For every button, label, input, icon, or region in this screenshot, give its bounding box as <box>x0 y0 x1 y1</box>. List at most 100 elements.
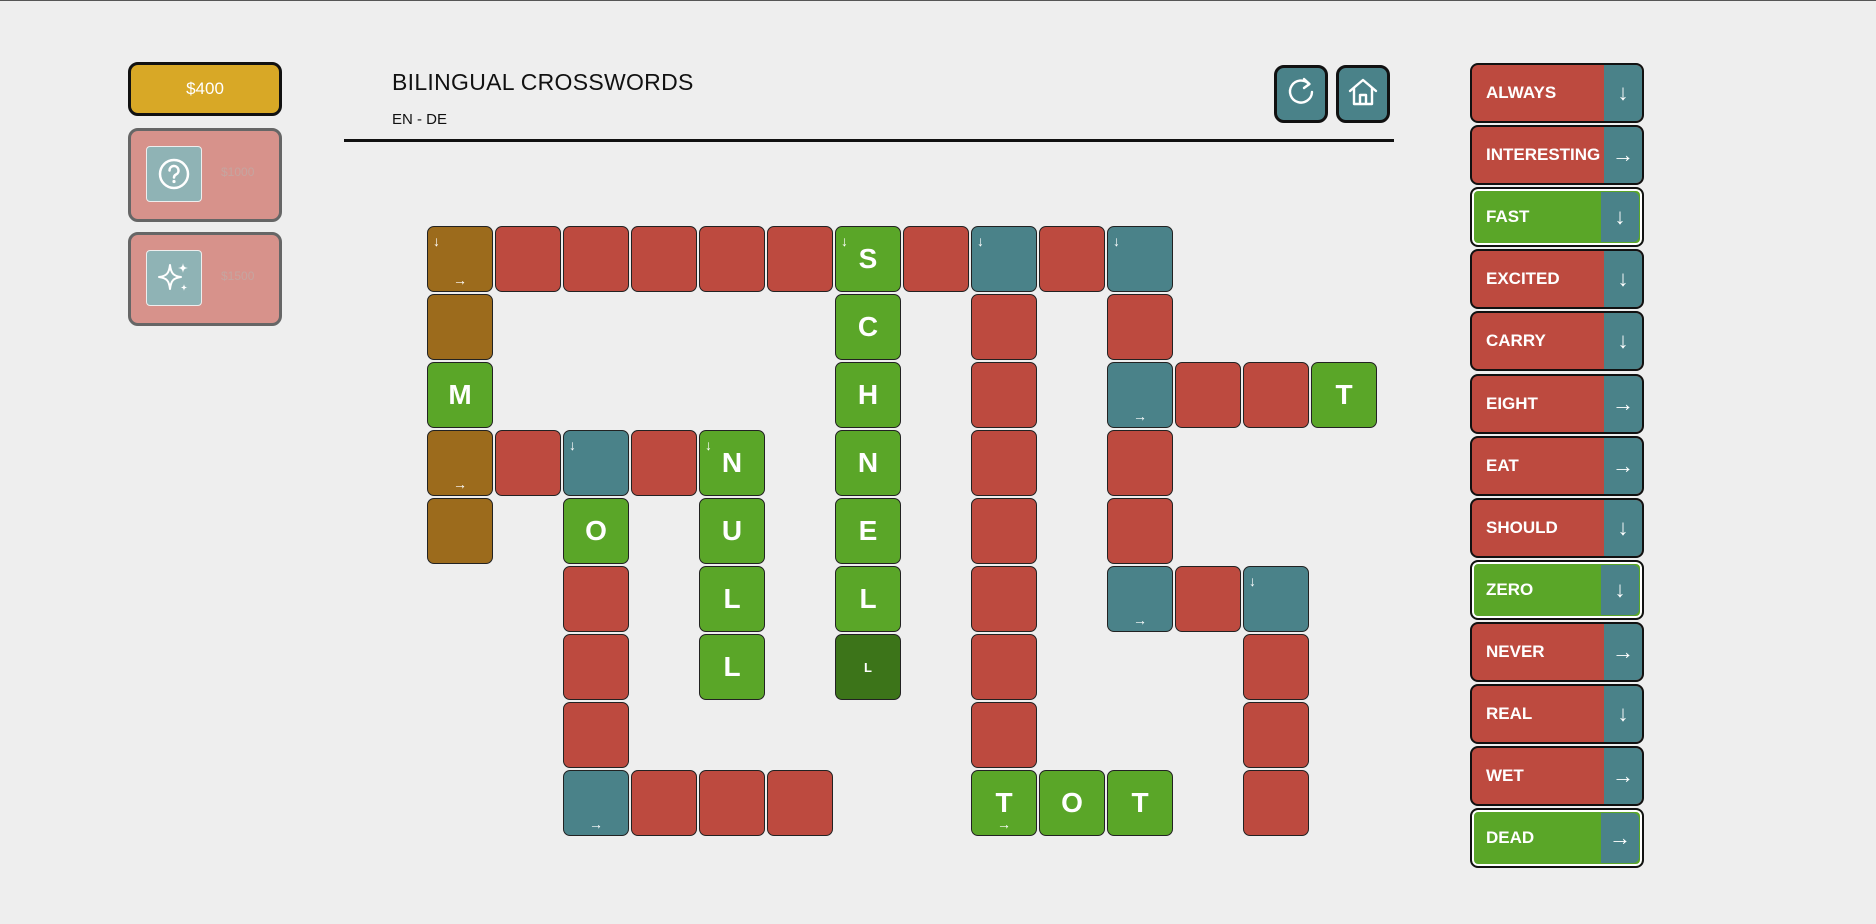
hint-powerup-button[interactable]: $1000 <box>128 128 282 222</box>
grid-cell[interactable] <box>495 226 561 292</box>
clue-item[interactable]: SHOULD ↓ <box>1470 498 1644 558</box>
grid-cell[interactable]: → <box>563 770 629 836</box>
grid-cell[interactable] <box>971 702 1037 768</box>
grid-cell[interactable] <box>971 634 1037 700</box>
grid-cell[interactable] <box>767 770 833 836</box>
reveal-powerup-button[interactable]: $1500 <box>128 232 282 326</box>
clue-item[interactable]: CARRY ↓ <box>1470 311 1644 371</box>
grid-cell[interactable] <box>971 498 1037 564</box>
grid-cell[interactable] <box>1039 226 1105 292</box>
grid-cell[interactable] <box>1243 634 1309 700</box>
grid-cell[interactable]: U <box>699 498 765 564</box>
grid-cell[interactable] <box>971 294 1037 360</box>
grid-cell[interactable]: T <box>1311 362 1377 428</box>
grid-cell[interactable] <box>563 702 629 768</box>
clue-item[interactable]: NEVER → <box>1470 622 1644 682</box>
grid-cell[interactable]: T <box>1107 770 1173 836</box>
clue-label: REAL <box>1486 704 1533 723</box>
grid-cell[interactable] <box>1175 362 1241 428</box>
clue-item[interactable]: FAST ↓ <box>1470 187 1644 247</box>
grid-cell[interactable]: L <box>835 566 901 632</box>
cell-letter: E <box>858 515 878 546</box>
grid-cell[interactable] <box>767 226 833 292</box>
grid-cell[interactable]: → <box>1107 362 1173 428</box>
grid-cell[interactable]: → <box>427 430 493 496</box>
clue-item[interactable]: ZERO ↓ <box>1470 560 1644 620</box>
grid-cell[interactable] <box>1107 430 1173 496</box>
grid-cell[interactable] <box>563 634 629 700</box>
grid-cell[interactable] <box>1107 498 1173 564</box>
grid-cell[interactable]: ↓ <box>563 430 629 496</box>
grid-cell[interactable] <box>631 770 697 836</box>
cell-letter: L <box>859 583 877 614</box>
grid-cell[interactable]: L <box>835 634 901 700</box>
home-button[interactable] <box>1336 65 1390 123</box>
grid-cell[interactable]: L <box>699 566 765 632</box>
grid-cell[interactable]: C <box>835 294 901 360</box>
clue-item[interactable]: EXCITED ↓ <box>1470 249 1644 309</box>
right-arrow-icon: → <box>453 476 467 492</box>
clue-item[interactable]: EIGHT → <box>1470 374 1644 434</box>
clue-item[interactable]: EAT → <box>1470 436 1644 496</box>
grid-cell[interactable] <box>971 566 1037 632</box>
grid-cell[interactable]: M <box>427 362 493 428</box>
reveal-powerup-cost: $1500 <box>221 269 255 283</box>
grid-cell[interactable] <box>427 294 493 360</box>
grid-cell[interactable] <box>699 770 765 836</box>
cell-letter: N <box>721 447 743 478</box>
down-arrow-icon: ↓ <box>1604 686 1642 742</box>
clue-label: INTERESTING <box>1486 145 1601 164</box>
grid-cell[interactable]: E <box>835 498 901 564</box>
grid-cell[interactable] <box>1243 362 1309 428</box>
clue-item[interactable]: INTERESTING → <box>1470 125 1644 185</box>
right-arrow-icon: → <box>997 816 1011 832</box>
down-arrow-icon: ↓ <box>977 233 984 249</box>
money-label: $400 <box>186 79 224 98</box>
restart-button[interactable] <box>1274 65 1328 123</box>
grid-cell[interactable]: N ↓ <box>699 430 765 496</box>
grid-cell[interactable] <box>563 226 629 292</box>
down-arrow-icon: ↓ <box>1601 565 1639 615</box>
right-arrow-icon: → <box>589 816 603 832</box>
grid-cell[interactable]: ↓ <box>1107 226 1173 292</box>
grid-cell[interactable] <box>903 226 969 292</box>
clue-label: EIGHT <box>1486 394 1538 413</box>
grid-cell[interactable] <box>1107 294 1173 360</box>
grid-cell[interactable] <box>699 226 765 292</box>
page-title: BILINGUAL CROSSWORDS <box>392 69 694 95</box>
grid-cell[interactable]: O <box>1039 770 1105 836</box>
right-arrow-icon: → <box>1133 612 1147 628</box>
grid-cell[interactable]: ↓ <box>1243 566 1309 632</box>
clue-item[interactable]: WET → <box>1470 746 1644 806</box>
grid-cell[interactable]: O <box>563 498 629 564</box>
grid-cell[interactable] <box>1243 702 1309 768</box>
cell-letter: L <box>723 583 741 614</box>
grid-cell[interactable] <box>1175 566 1241 632</box>
grid-cell[interactable]: → <box>1107 566 1173 632</box>
grid-cell[interactable] <box>495 430 561 496</box>
grid-cell[interactable]: H <box>835 362 901 428</box>
grid-cell[interactable]: ↓ → <box>427 226 493 292</box>
grid-cell[interactable] <box>563 566 629 632</box>
grid-cell[interactable] <box>631 430 697 496</box>
grid-cell[interactable]: ↓ <box>971 226 1037 292</box>
grid-cell[interactable]: S ↓ <box>835 226 901 292</box>
grid-cell[interactable]: L <box>699 634 765 700</box>
grid-cell[interactable]: T → <box>971 770 1037 836</box>
grid-cell[interactable] <box>427 498 493 564</box>
clue-item[interactable]: ALWAYS ↓ <box>1470 63 1644 123</box>
down-arrow-icon: ↓ <box>841 233 848 249</box>
grid-cell[interactable] <box>971 362 1037 428</box>
cell-letter: N <box>857 447 879 478</box>
grid-cell[interactable] <box>631 226 697 292</box>
cell-letter: U <box>721 515 743 546</box>
clue-item[interactable]: DEAD → <box>1470 808 1644 868</box>
refresh-icon <box>1284 75 1318 114</box>
language-pair: EN - DE <box>392 111 448 128</box>
clue-item[interactable]: REAL ↓ <box>1470 684 1644 744</box>
grid-cell[interactable] <box>1243 770 1309 836</box>
grid-cell[interactable] <box>971 430 1037 496</box>
grid-cell[interactable]: N <box>835 430 901 496</box>
down-arrow-icon: ↓ <box>1249 573 1256 589</box>
right-arrow-icon: → <box>1601 813 1639 863</box>
